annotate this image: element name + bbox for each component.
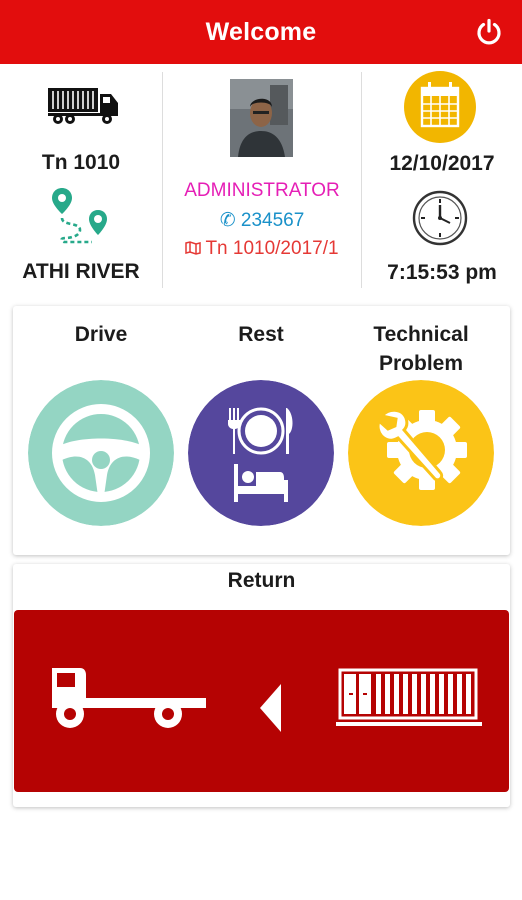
wrench-gear-icon[interactable] xyxy=(348,380,494,526)
container-icon xyxy=(336,668,482,726)
map-icon xyxy=(185,241,202,255)
technical-problem-action[interactable]: Technical Problem xyxy=(341,306,501,555)
power-icon[interactable] xyxy=(474,17,504,47)
current-date: 12/10/2017 xyxy=(389,152,495,175)
vehicle-number: Tn 1010 xyxy=(41,151,121,174)
dining-bed-icon[interactable] xyxy=(188,380,334,526)
steering-wheel-icon[interactable] xyxy=(28,380,174,526)
phone-icon: ✆ xyxy=(219,210,236,231)
location-name: ATHI RIVER xyxy=(22,260,140,283)
technical-problem-label: Technical Problem xyxy=(373,323,469,375)
trip-row: Tn 1010/2017/1 xyxy=(163,238,361,260)
user-role: ADMINISTRATOR xyxy=(184,180,340,201)
phone-row[interactable]: ✆ 234567 xyxy=(163,209,361,232)
rest-action[interactable]: Rest xyxy=(181,306,341,555)
info-panel: Tn 1010 ATHI RIVER ADMINISTRATOR ✆ 23456… xyxy=(0,64,522,292)
driver-photo xyxy=(230,79,293,157)
flatbed-truck-icon xyxy=(52,668,206,728)
return-label: Return xyxy=(227,569,296,592)
trip-id: Tn 1010/2017/1 xyxy=(205,238,339,259)
route-pin-icon xyxy=(52,188,107,244)
drive-action[interactable]: Drive xyxy=(21,306,181,555)
app-bar: Welcome xyxy=(0,0,522,64)
calendar-icon xyxy=(404,71,476,143)
phone-number: 234567 xyxy=(240,210,305,231)
driver-column: ADMINISTRATOR ✆ 234567 Tn 1010/2017/1 xyxy=(162,72,362,288)
return-button[interactable] xyxy=(14,610,509,792)
datetime-column: 12/10/2017 7:15:53 pm xyxy=(362,71,522,288)
current-time: 7:15:53 pm xyxy=(387,261,497,284)
truck-icon xyxy=(48,88,118,124)
drive-label: Drive xyxy=(74,323,128,346)
vehicle-column: Tn 1010 ATHI RIVER xyxy=(0,72,162,288)
left-arrow-icon xyxy=(260,684,281,732)
clock-icon xyxy=(412,190,468,246)
rest-label: Rest xyxy=(238,323,284,346)
actions-card: Drive Rest Technical Problem xyxy=(13,306,510,555)
page-title: Welcome xyxy=(205,17,317,46)
return-card: Return xyxy=(13,564,510,807)
